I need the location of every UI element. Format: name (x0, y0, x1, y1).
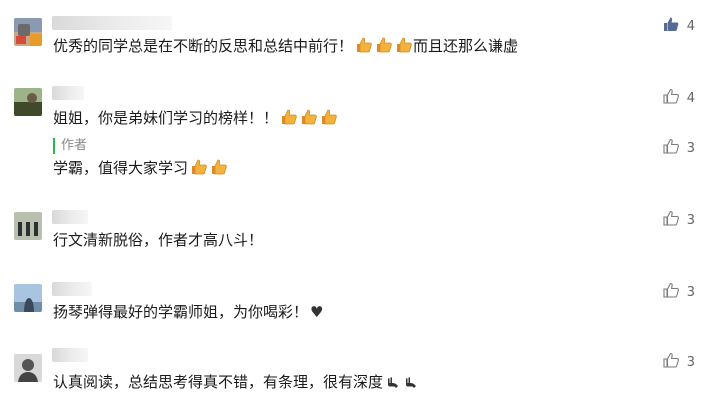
thumbs-up-icon (663, 138, 679, 158)
username (52, 86, 84, 100)
thumbs-up-emoji (355, 36, 373, 59)
comment-item: 认真阅读，总结思考得真不错，有条理，很有深度 3 (0, 332, 713, 403)
like-button[interactable]: 3 (663, 352, 695, 372)
thumbs-up-emoji (320, 108, 338, 131)
like-button[interactable]: 3 (663, 282, 695, 302)
thumbs-up-emoji (280, 108, 298, 131)
comment-text: 优秀的同学总是在不断的反思和总结中前行！ (53, 37, 354, 55)
comment-text: 行文清新脱俗，作者才高八斗！ (53, 231, 264, 249)
comment-item: 行文清新脱俗，作者才高八斗！ 3 (0, 188, 713, 260)
username (52, 210, 88, 224)
comment-text-row: 优秀的同学总是在不断的反思和总结中前行！ 而且还那么谦虚 (53, 36, 518, 59)
avatar[interactable] (14, 354, 42, 382)
thumbs-up-icon (663, 352, 679, 372)
avatar[interactable] (14, 284, 42, 312)
comment-item: 姐姐，你是弟妹们学习的榜样！！ 4 作者 学霸，值得大家学习 3 (0, 70, 713, 188)
thumbs-up-icon (663, 88, 679, 108)
finger-point-icon (403, 374, 419, 395)
comment-text: 扬琴弹得最好的学霸师姐，为你喝彩！ (53, 303, 309, 321)
author-reply-label: 作者 (53, 138, 87, 154)
thumbs-up-emoji (300, 108, 318, 131)
thumbs-up-icon (663, 210, 679, 230)
thumbs-up-emoji (375, 36, 393, 59)
comment-text-row: 扬琴弹得最好的学霸师姐，为你喝彩！ ♥ (53, 302, 323, 322)
reply-text-row: 学霸，值得大家学习 (53, 158, 228, 181)
comment-tail: 而且还那么谦虚 (413, 37, 519, 55)
reply-like-button[interactable]: 3 (663, 138, 695, 158)
thumbs-up-emoji (210, 158, 228, 181)
thumbs-up-icon (663, 282, 679, 302)
like-count: 3 (686, 212, 695, 228)
comment-list: 优秀的同学总是在不断的反思和总结中前行！ 而且还那么谦虚 4 姐姐，你是弟妹们学习… (0, 0, 713, 403)
comment-text: 认真阅读，总结思考得真不错，有条理，很有深度 (53, 373, 384, 391)
username (52, 282, 92, 296)
comment-text-row: 姐姐，你是弟妹们学习的榜样！！ (53, 108, 338, 131)
like-button[interactable]: 4 (663, 16, 695, 36)
like-button[interactable]: 3 (663, 210, 695, 230)
like-count: 4 (686, 18, 695, 34)
avatar[interactable] (14, 88, 42, 116)
comment-text: 姐姐，你是弟妹们学习的榜样！！ (53, 109, 279, 127)
like-count: 3 (686, 284, 695, 300)
like-count: 4 (686, 90, 695, 106)
comment-item: 扬琴弹得最好的学霸师姐，为你喝彩！ ♥ 3 (0, 260, 713, 332)
comment-text-row: 认真阅读，总结思考得真不错，有条理，很有深度 (53, 372, 419, 395)
heart-icon: ♥ (310, 303, 324, 321)
username (52, 16, 172, 30)
thumbs-up-emoji (190, 158, 208, 181)
thumbs-up-icon (663, 16, 679, 36)
username (52, 348, 88, 362)
like-count: 3 (686, 354, 695, 370)
reply-text: 学霸，值得大家学习 (53, 159, 189, 177)
finger-point-icon (385, 374, 401, 395)
like-count: 3 (686, 140, 695, 156)
avatar[interactable] (14, 18, 42, 46)
comment-item: 优秀的同学总是在不断的反思和总结中前行！ 而且还那么谦虚 4 (0, 0, 713, 70)
thumbs-up-emoji (395, 36, 413, 59)
avatar[interactable] (14, 212, 42, 240)
like-button[interactable]: 4 (663, 88, 695, 108)
